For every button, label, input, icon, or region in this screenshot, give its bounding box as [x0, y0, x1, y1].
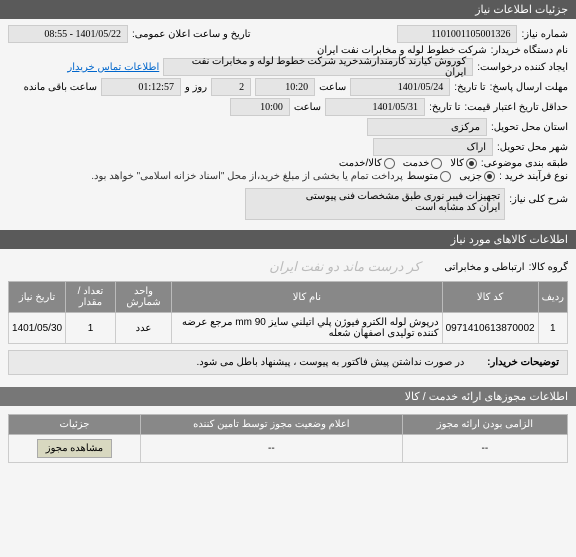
st-c1: -- [402, 435, 567, 463]
items-section-title: اطلاعات کالاهای مورد نیاز [451, 234, 568, 246]
subject-class-group: کالا خدمت کالا/خدمت [339, 158, 477, 169]
watermark-text: کر درست ماند دو نفت ایران [249, 255, 440, 279]
need-no-input[interactable]: 1101001105001326 [397, 25, 517, 43]
th-idx: ردیف [538, 282, 567, 313]
cell-name: درپوش لوله الکترو فیوژن پلي اتيلني سایز … [172, 313, 442, 344]
radio-minor-label: جزیی [459, 171, 482, 182]
buy-process-note: پرداخت تمام یا بخشی از مبلغ خرید،از محل … [91, 171, 403, 182]
licenses-header: اطلاعات مجوزهای ارائه خدمت / کالا [0, 387, 576, 406]
radio-both-label: کالا/خدمت [339, 158, 382, 169]
subject-class-label: طبقه بندی موضوعی: [481, 158, 568, 169]
need-desc-textarea[interactable]: تجهیزات فیبر نوری طبق مشخصات فنی پیوستی … [245, 188, 505, 220]
city-input[interactable]: اراک [373, 138, 493, 156]
buy-process-label: نوع فرآیند خرید : [499, 171, 568, 182]
th-unit: واحد شمارش [115, 282, 171, 313]
announce-input[interactable]: 1401/05/22 - 08:55 [8, 25, 128, 43]
validity-label: حداقل تاریخ اعتبار قیمت: [464, 102, 568, 113]
table-row: 1 0971410613870002 درپوش لوله الکترو فیو… [9, 313, 568, 344]
radio-icon [431, 158, 442, 169]
buy-process-group: جزیی متوسط [407, 171, 495, 182]
licenses-title: اطلاعات مجوزهای ارائه خدمت / کالا [405, 391, 568, 403]
deadline-days-label: روز و [185, 82, 207, 93]
radio-icon [384, 158, 395, 169]
creator-label: ایجاد کننده درخواست: [477, 62, 568, 73]
buyer-notes-text: در صورت نداشتن پیش فاکتور به پیوست ، پیش… [196, 357, 464, 368]
cell-code: 0971410613870002 [442, 313, 538, 344]
group-value: ارتباطی و مخابراتی [444, 262, 524, 273]
group-label: گروه کالا: [529, 262, 568, 273]
view-license-button[interactable]: مشاهده مجوز [37, 439, 112, 458]
validity-time-label: ساعت [294, 102, 321, 113]
deadline-days[interactable]: 2 [211, 78, 251, 96]
items-table: ردیف کد کالا نام کالا واحد شمارش تعداد /… [8, 281, 568, 344]
radio-icon [466, 158, 477, 169]
cell-qty: 1 [66, 313, 116, 344]
cell-idx: 1 [538, 313, 567, 344]
radio-medium-label: متوسط [407, 171, 438, 182]
radio-khedmat[interactable]: خدمت [403, 158, 443, 169]
st-c2: -- [140, 435, 402, 463]
status-table: الزامی بودن ارائه مجوز اعلام وضعیت مجوز … [8, 414, 568, 463]
radio-khedmat-label: خدمت [403, 158, 430, 169]
deadline-remain-label: ساعت باقی مانده [24, 82, 97, 93]
province-input[interactable]: مرکزی [367, 118, 487, 136]
need-no-label: شماره نیاز: [521, 29, 568, 40]
header-title: جزئیات اطلاعات نیاز [475, 4, 568, 16]
form-area: شماره نیاز: 1101001105001326 تاریخ و ساع… [0, 19, 576, 226]
deadline-time[interactable]: 10:20 [255, 78, 315, 96]
deadline-time-label: ساعت [319, 82, 346, 93]
validity-date-label: تا تاریخ: [429, 102, 460, 113]
buyer-org-label: نام دستگاه خریدار: [491, 45, 568, 56]
st-h3: جزئیات [9, 415, 141, 435]
radio-kala-label: کالا [450, 158, 464, 169]
announce-label: تاریخ و ساعت اعلان عمومی: [132, 29, 251, 40]
radio-kala[interactable]: کالا [450, 158, 477, 169]
radio-medium[interactable]: متوسط [407, 171, 451, 182]
need-desc-label: شرح کلی نیاز: [509, 194, 568, 205]
st-c3: مشاهده مجوز [9, 435, 141, 463]
th-date: تاریخ نیاز [9, 282, 66, 313]
contact-link[interactable]: اطلاعات تماس خریدار [67, 62, 159, 73]
cell-date: 1401/05/30 [9, 313, 66, 344]
creator-input[interactable]: کوروش کیارند کارمندارشدخرید شرکت خطوط لو… [163, 58, 473, 76]
items-section-header: اطلاعات کالاهای مورد نیاز [0, 230, 576, 249]
th-name: نام کالا [172, 282, 442, 313]
province-label: استان محل تحویل: [491, 122, 568, 133]
deadline-label: مهلت ارسال پاسخ: [490, 82, 568, 93]
th-code: کد کالا [442, 282, 538, 313]
buyer-org-value: شرکت خطوط لوله و مخابرات نفت ایران [317, 45, 487, 56]
validity-time[interactable]: 10:00 [230, 98, 290, 116]
deadline-date[interactable]: 1401/05/24 [350, 78, 450, 96]
status-row: -- -- مشاهده مجوز [9, 435, 568, 463]
buyer-notes-table: توضیحات خریدار: در صورت نداشتن پیش فاکتو… [8, 350, 568, 375]
deadline-date-label: تا تاریخ: [454, 82, 485, 93]
cell-unit: عدد [115, 313, 171, 344]
st-h1: الزامی بودن ارائه مجوز [402, 415, 567, 435]
radio-icon [440, 171, 451, 182]
th-qty: تعداد / مقدار [66, 282, 116, 313]
radio-minor[interactable]: جزیی [459, 171, 495, 182]
radio-both[interactable]: کالا/خدمت [339, 158, 395, 169]
st-h2: اعلام وضعیت مجوز توسط تامین کننده [140, 415, 402, 435]
page-header: جزئیات اطلاعات نیاز [0, 0, 576, 19]
radio-icon [484, 171, 495, 182]
city-label: شهر محل تحویل: [497, 142, 568, 153]
deadline-remain[interactable]: 01:12:57 [101, 78, 181, 96]
validity-date[interactable]: 1401/05/31 [325, 98, 425, 116]
buyer-notes-label: توضیحات خریدار: [487, 357, 559, 368]
